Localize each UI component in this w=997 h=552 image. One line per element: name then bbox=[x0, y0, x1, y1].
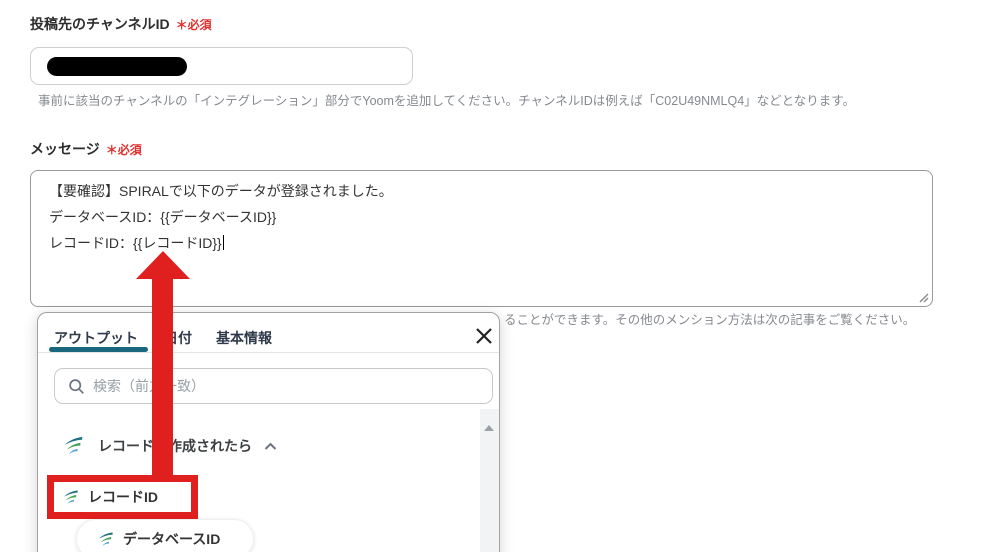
message-line: レコードID：{{レコードID}} bbox=[49, 230, 914, 256]
channel-help-text: 事前に該当のチャンネルの「インテグレーション」部分でYoomを追加してください。… bbox=[38, 94, 856, 108]
message-line: データベースID：{{データベースID}} bbox=[49, 209, 277, 225]
message-textarea[interactable]: 【要確認】SPIRALで以下のデータが登録されました。 データベースID：{{デ… bbox=[30, 170, 933, 307]
chevron-up-icon[interactable] bbox=[264, 442, 277, 451]
message-field-label-text: メッセージ bbox=[30, 141, 100, 157]
message-help-text: ることができます。その他のメンション方法は次の記事をご覧ください。 bbox=[504, 313, 916, 327]
list-item-label: レコードID bbox=[88, 489, 158, 505]
resize-handle-icon[interactable] bbox=[918, 292, 929, 303]
output-picker-popup: アウトプット 日付 基本情報 検索（前方一致） レコードが作成されたら レコード… bbox=[37, 312, 500, 552]
channel-field-label-text: 投稿先のチャンネルID bbox=[30, 16, 170, 32]
search-icon bbox=[69, 378, 84, 394]
required-badge: ＊必須 bbox=[105, 143, 142, 157]
tab-basic-info[interactable]: 基本情報 bbox=[216, 328, 272, 348]
output-group-header[interactable]: レコードが作成されたら bbox=[62, 435, 277, 457]
message-line: 【要確認】SPIRALで以下のデータが登録されました。 bbox=[49, 183, 393, 199]
output-group-label: レコードが作成されたら bbox=[98, 438, 252, 454]
message-field-label: メッセージ ＊必須 bbox=[30, 139, 142, 159]
channel-field-label: 投稿先のチャンネルID ＊必須 bbox=[30, 14, 212, 34]
scroll-up-icon[interactable] bbox=[484, 425, 494, 431]
required-badge: ＊必須 bbox=[175, 18, 212, 32]
spiral-app-icon bbox=[99, 531, 113, 546]
active-tab-indicator bbox=[49, 347, 148, 352]
tabs-divider bbox=[38, 352, 499, 353]
list-item-database-id[interactable]: データベースID bbox=[76, 519, 254, 552]
tab-output[interactable]: アウトプット bbox=[54, 328, 138, 348]
popup-scrollbar[interactable] bbox=[480, 409, 499, 552]
close-icon[interactable] bbox=[474, 326, 494, 346]
text-cursor bbox=[222, 235, 225, 250]
spiral-app-icon bbox=[64, 436, 83, 455]
tab-date[interactable]: 日付 bbox=[164, 328, 192, 348]
redacted-value-pill bbox=[47, 57, 187, 76]
search-placeholder: 検索（前方一致） bbox=[93, 378, 205, 394]
list-item-label: データベースID bbox=[123, 531, 221, 547]
search-input[interactable]: 検索（前方一致） bbox=[54, 368, 493, 404]
spiral-app-icon bbox=[64, 489, 78, 504]
app-screen: 投稿先のチャンネルID ＊必須 事前に該当のチャンネルの「インテグレーション」部分… bbox=[0, 0, 997, 552]
list-item-record-id[interactable]: レコードID bbox=[47, 475, 198, 519]
channel-id-input[interactable] bbox=[30, 47, 413, 85]
